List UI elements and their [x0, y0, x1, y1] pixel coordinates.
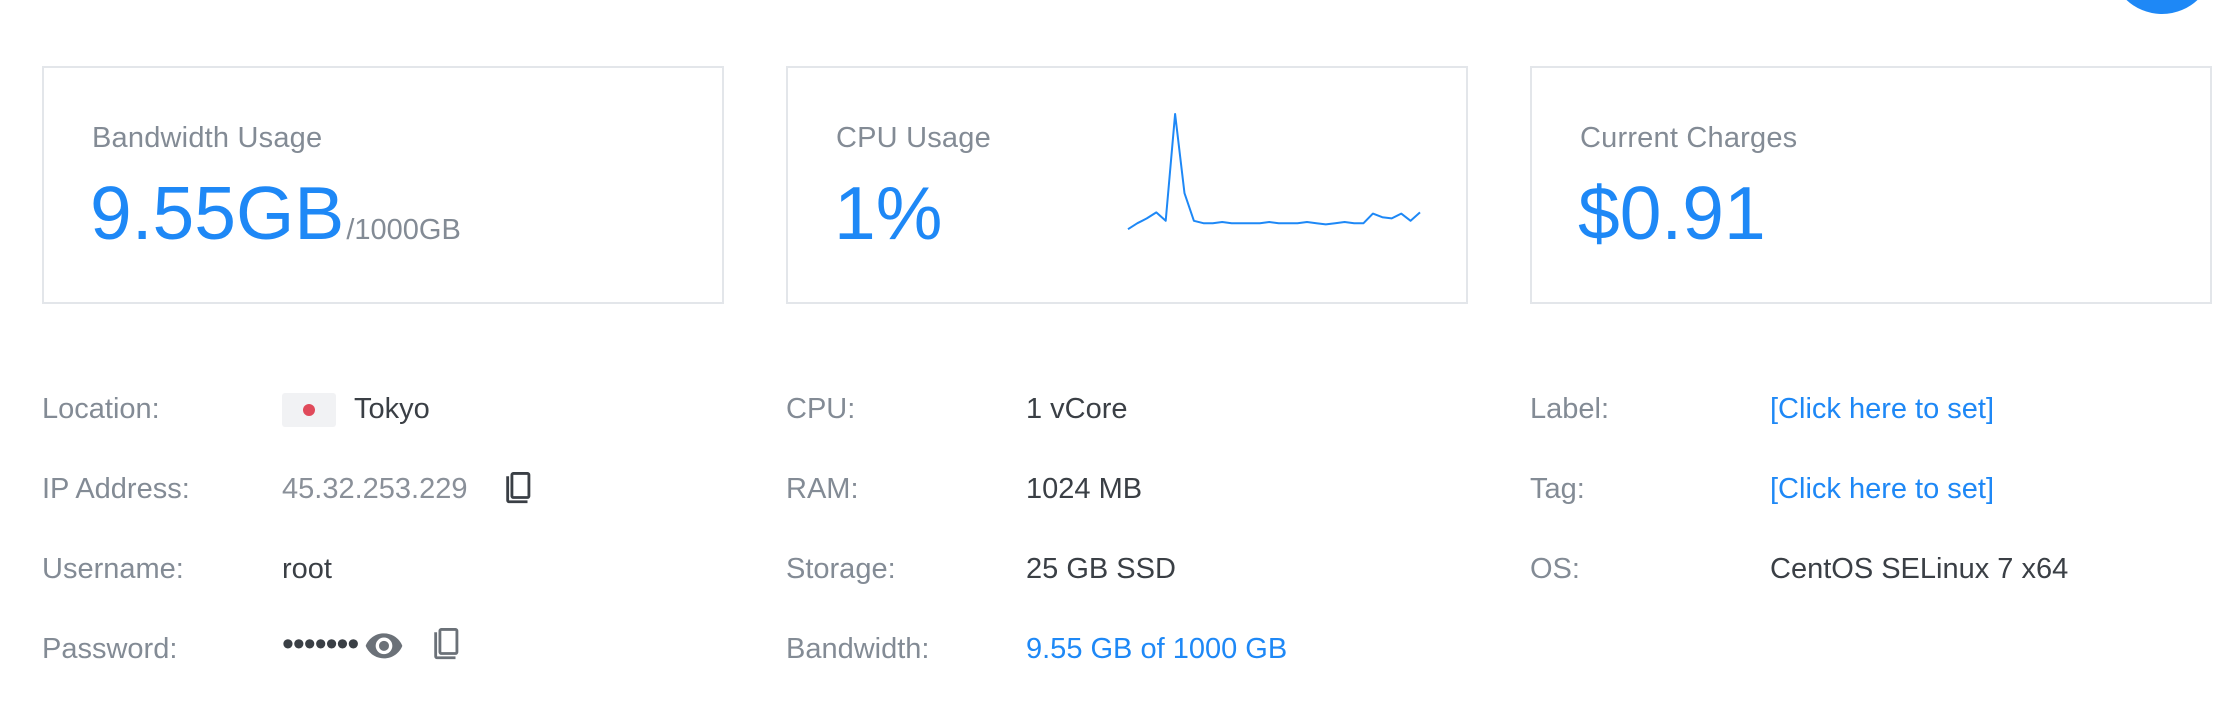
cpu-usage-card: CPU Usage 1% — [786, 66, 1468, 304]
server-label-label: Label: — [1530, 393, 1610, 425]
bandwidth-usage-title: Bandwidth Usage — [92, 122, 323, 154]
bandwidth-usage-value: 9.55GB — [90, 171, 345, 255]
details-column-network: Location: Tokyo IP Address: 45.32.253.22… — [42, 385, 742, 705]
bandwidth-value-link[interactable]: 9.55 GB of 1000 GB — [1026, 633, 1287, 666]
detail-row-ip-address: IP Address: 45.32.253.229 — [42, 465, 742, 545]
current-charges-title: Current Charges — [1580, 122, 1798, 154]
details-column-resources: CPU: 1 vCore RAM: 1024 MB Storage: 25 GB… — [786, 385, 1486, 705]
detail-row-ram: RAM: 1024 MB — [786, 465, 1486, 545]
detail-row-password: Password: ••••••• — [42, 625, 742, 705]
username-value: root — [282, 553, 332, 585]
detail-row-location: Location: Tokyo — [42, 385, 742, 465]
copy-ip-icon[interactable] — [502, 469, 536, 514]
password-label: Password: — [42, 633, 178, 665]
ip-address-value: 45.32.253.229 — [282, 473, 468, 505]
japan-flag-icon — [282, 393, 336, 427]
cpu-usage-sparkline — [1127, 113, 1421, 231]
password-masked-value: ••••••• — [282, 625, 359, 663]
bandwidth-label: Bandwidth: — [786, 633, 930, 665]
detail-row-bandwidth: Bandwidth: 9.55 GB of 1000 GB — [786, 625, 1486, 705]
ram-label: RAM: — [786, 473, 859, 505]
os-label: OS: — [1530, 553, 1580, 585]
set-tag-link[interactable]: [Click here to set] — [1770, 473, 1994, 506]
server-overview-page: Bandwidth Usage 9.55GB/1000GB CPU Usage … — [0, 0, 2229, 708]
location-label: Location: — [42, 393, 160, 425]
location-value: Tokyo — [354, 393, 430, 425]
cpu-usage-title: CPU Usage — [836, 122, 991, 154]
cpu-usage-value: 1% — [834, 171, 943, 255]
cpu-usage-sparkline-line — [1127, 113, 1421, 231]
storage-value: 25 GB SSD — [1026, 553, 1176, 585]
detail-row-username: Username: root — [42, 545, 742, 625]
cpu-label: CPU: — [786, 393, 856, 425]
current-charges-card: Current Charges $0.91 — [1530, 66, 2212, 304]
ram-value: 1024 MB — [1026, 473, 1143, 505]
detail-row-storage: Storage: 25 GB SSD — [786, 545, 1486, 625]
detail-row-os: OS: CentOS SELinux 7 x64 — [1530, 545, 2220, 625]
bandwidth-usage-card: Bandwidth Usage 9.55GB/1000GB — [42, 66, 724, 304]
detail-row-label: Label: [Click here to set] — [1530, 385, 2220, 465]
current-charges-value: $0.91 — [1578, 171, 1766, 255]
show-password-eye-icon[interactable] — [364, 629, 404, 666]
bandwidth-usage-value-wrap: 9.55GB/1000GB — [90, 176, 461, 251]
cpu-value: 1 vCore — [1026, 393, 1128, 425]
storage-label: Storage: — [786, 553, 896, 585]
bandwidth-usage-limit: /1000GB — [346, 214, 461, 246]
set-label-link[interactable]: [Click here to set] — [1770, 393, 1994, 426]
copy-password-icon[interactable] — [430, 625, 464, 670]
details-column-meta: Label: [Click here to set] Tag: [Click h… — [1530, 385, 2220, 625]
tag-label: Tag: — [1530, 473, 1585, 505]
detail-row-tag: Tag: [Click here to set] — [1530, 465, 2220, 545]
detail-row-cpu: CPU: 1 vCore — [786, 385, 1486, 465]
floating-action-button[interactable] — [2110, 0, 2214, 14]
os-value: CentOS SELinux 7 x64 — [1770, 553, 2069, 585]
username-label: Username: — [42, 553, 184, 585]
ip-address-label: IP Address: — [42, 473, 190, 505]
